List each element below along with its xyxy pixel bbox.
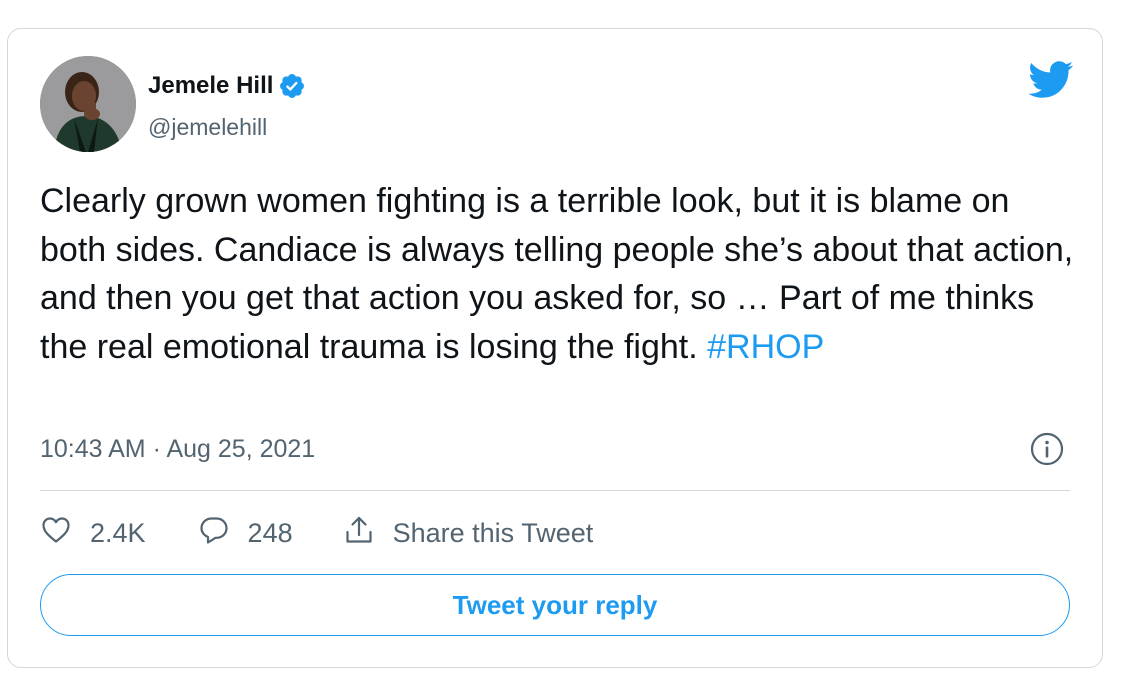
author-name[interactable]: Jemele Hill: [148, 71, 273, 101]
twitter-bird-icon[interactable]: [1028, 61, 1074, 99]
avatar[interactable]: [40, 56, 136, 152]
like-count: 2.4K: [90, 517, 146, 548]
reply-count: 248: [247, 517, 293, 548]
action-bar: 2.4K 248 Share this Tweet: [40, 513, 593, 553]
heart-icon: [40, 514, 72, 553]
reply-button[interactable]: 248: [198, 514, 293, 553]
like-button[interactable]: 2.4K: [40, 514, 146, 553]
tweet-timestamp[interactable]: 10:43 AM · Aug 25, 2021: [40, 434, 315, 464]
tweet-your-reply-button[interactable]: Tweet your reply: [40, 574, 1070, 636]
info-icon[interactable]: [1030, 432, 1064, 466]
tweet-text: Clearly grown women fighting is a terrib…: [40, 177, 1080, 371]
share-button[interactable]: Share this Tweet: [343, 514, 594, 553]
share-upload-icon: [343, 514, 375, 553]
tweet-body-text: Clearly grown women fighting is a terrib…: [40, 182, 1074, 366]
author-name-row: Jemele Hill: [148, 71, 306, 101]
hashtag-link[interactable]: #RHOP: [707, 328, 824, 366]
author-handle[interactable]: @jemelehill: [148, 113, 267, 141]
verified-badge-icon: [278, 72, 306, 100]
share-label: Share this Tweet: [392, 517, 594, 548]
speech-bubble-icon: [198, 514, 230, 553]
tweet-card: Jemele Hill @jemelehill Clearly grown wo…: [7, 28, 1103, 668]
avatar-photo: [40, 56, 136, 152]
divider: [40, 490, 1070, 491]
reply-button-label: Tweet your reply: [452, 589, 658, 620]
